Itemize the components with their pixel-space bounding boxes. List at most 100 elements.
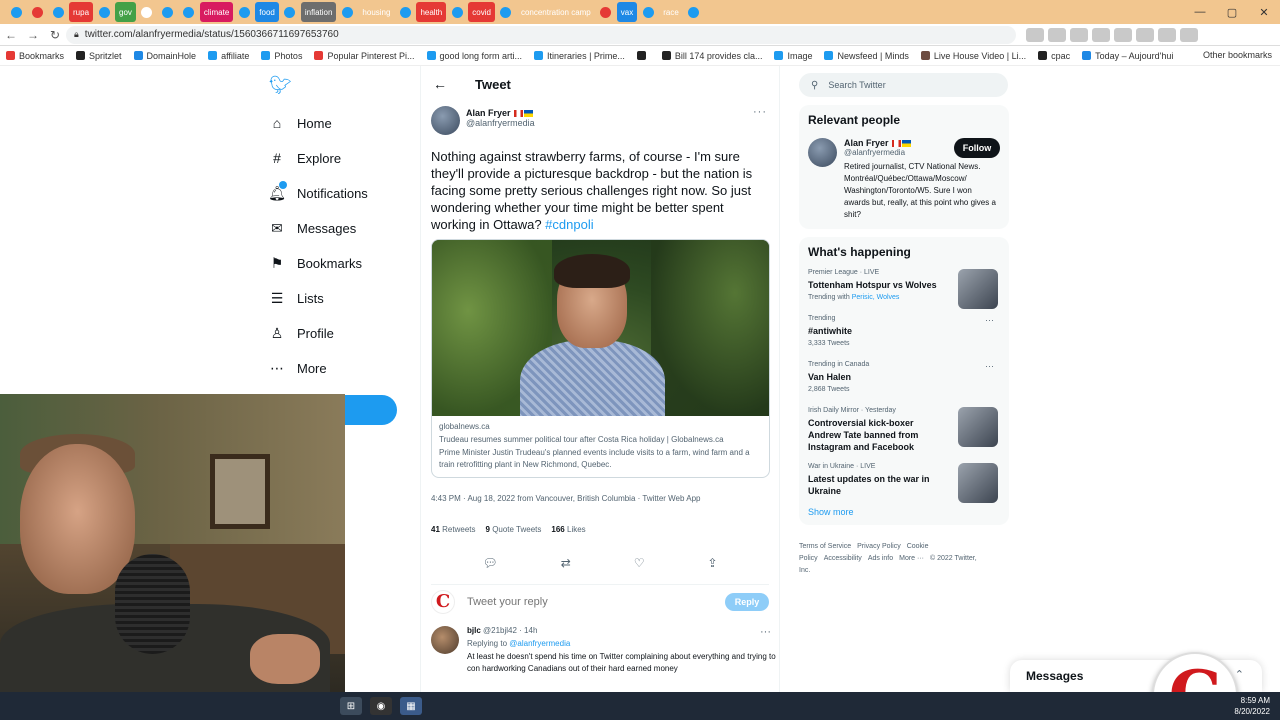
browser-tab-housing[interactable]: housing <box>358 2 395 22</box>
bookmark-item[interactable] <box>636 51 650 60</box>
footer-link[interactable]: Ads info <box>868 555 893 562</box>
forward-icon[interactable]: → <box>22 24 44 46</box>
browser-tab-vax[interactable]: vax <box>616 2 638 22</box>
back-icon[interactable]: ← <box>0 24 22 46</box>
bookmark-item[interactable]: affiliate <box>208 51 249 61</box>
bookmark-item[interactable]: Image <box>774 51 812 61</box>
obs-icon[interactable]: ◉ <box>370 697 392 715</box>
reply-author-name[interactable]: bjlc <box>467 626 481 635</box>
reply-icon[interactable]: 💬︎ <box>482 556 497 570</box>
reply-button[interactable]: Reply <box>725 592 769 611</box>
browser-tab[interactable] <box>158 2 178 22</box>
follow-button[interactable]: Follow <box>954 138 1000 158</box>
expand-icon[interactable]: ⌃ <box>1235 668 1244 681</box>
retweets-stat[interactable]: 41 Retweets <box>431 525 476 534</box>
browser-tab-inflation[interactable]: inflation <box>300 2 337 22</box>
hashtag-link[interactable]: #cdnpoli <box>545 217 593 232</box>
extension-icon[interactable] <box>1092 27 1110 42</box>
url-field[interactable]: 🔒︎ twitter.com/alanfryermedia/status/156… <box>66 25 1016 44</box>
maximize-icon[interactable]: ▢ <box>1216 0 1248 24</box>
bookmark-item[interactable]: DomainHole <box>133 51 196 61</box>
footer-link[interactable]: More ··· <box>899 555 924 562</box>
bookmark-item[interactable]: Photos <box>261 51 302 61</box>
reply-tweet[interactable]: ··· bjlc @21bjl42 · 14h Replying to @ala… <box>431 626 776 675</box>
extension-icon[interactable] <box>1158 27 1176 42</box>
like-icon[interactable]: ♡ <box>634 556 645 570</box>
trend-item[interactable]: Premier League · LIVE Tottenham Hotspur v… <box>808 269 1000 309</box>
nav-lists[interactable]: ☰ Lists <box>267 285 324 311</box>
browser-tab-covid[interactable]: covid <box>468 2 495 22</box>
browser-tab-climate[interactable]: climate <box>199 2 234 22</box>
footer-link[interactable]: Privacy Policy <box>857 543 901 550</box>
minimize-icon[interactable]: — <box>1184 0 1216 24</box>
trend-more-icon[interactable]: ··· <box>985 361 994 371</box>
reply-more-icon[interactable]: ··· <box>760 626 771 638</box>
bookmark-item[interactable]: Newsfeed | Minds <box>824 51 909 61</box>
browser-tab-rupa[interactable]: rupa <box>69 2 94 22</box>
extension-icon[interactable] <box>1136 27 1154 42</box>
twitter-bird-icon[interactable]: 🐦︎ <box>269 75 292 95</box>
author-name-row[interactable]: Alan Fryer <box>466 108 535 118</box>
user-avatar[interactable]: C <box>431 589 455 614</box>
browser-tab[interactable] <box>234 2 254 22</box>
browser-tab-health[interactable]: health <box>416 2 447 22</box>
retweet-icon[interactable]: ⇄ <box>561 556 571 570</box>
bookmark-item[interactable]: good long form arti... <box>426 51 522 61</box>
likes-stat[interactable]: 166 Likes <box>551 525 585 534</box>
footer-link[interactable]: Terms of Service <box>799 543 851 550</box>
nav-notifications[interactable]: 🔔︎ Notifications <box>267 180 368 206</box>
search-input[interactable]: ⚲ Search Twitter <box>799 73 1008 97</box>
nav-bookmarks[interactable]: ⚑ Bookmarks <box>267 250 362 276</box>
system-clock[interactable]: 8:59 AM 8/20/2022 <box>1234 695 1270 717</box>
reload-icon[interactable]: ↻ <box>44 24 66 46</box>
browser-tab[interactable] <box>395 2 415 22</box>
trend-item[interactable]: War in Ukraine · LIVE Latest updates on t… <box>808 463 1000 503</box>
bookmark-item[interactable]: Live House Video | Li... <box>920 51 1026 61</box>
nav-home[interactable]: ⌂ Home <box>267 110 332 136</box>
trend-more-icon[interactable]: ··· <box>985 315 994 325</box>
bookmark-item[interactable]: Spritzlet <box>76 51 122 61</box>
tweet-compose-button[interactable] <box>345 395 397 425</box>
trend-item[interactable]: Trending in Canada Van Halen 2,868 Tweets ·… <box>808 361 1000 397</box>
calculator-icon[interactable]: ▦ <box>400 697 422 715</box>
bookmark-item[interactable]: Itineraries | Prime... <box>534 51 625 61</box>
author-avatar[interactable] <box>431 106 460 135</box>
extension-icon[interactable] <box>1026 27 1044 42</box>
browser-tab[interactable] <box>280 2 300 22</box>
link-card[interactable]: globalnews.ca Trudeau resumes summer pol… <box>431 239 770 478</box>
bookmark-item[interactable]: cpac <box>1038 51 1070 61</box>
start-icon[interactable]: ⊞ <box>340 697 362 715</box>
back-arrow-icon[interactable]: ← <box>433 76 447 92</box>
browser-tab[interactable] <box>596 2 616 22</box>
close-window-icon[interactable]: ✕ <box>1248 0 1280 24</box>
nav-more[interactable]: ⋯ More <box>267 355 327 381</box>
replying-to-link[interactable]: @alanfryermedia <box>509 639 570 648</box>
browser-tab[interactable] <box>48 2 68 22</box>
browser-tab[interactable] <box>94 2 114 22</box>
more-options-icon[interactable]: ··· <box>753 106 767 118</box>
show-more-link[interactable]: Show more <box>808 507 1000 517</box>
tweet-timestamp[interactable]: 4:43 PM · Aug 18, 2022 from Vancouver, B… <box>431 494 769 503</box>
browser-tab[interactable] <box>684 2 704 22</box>
reply-input[interactable] <box>467 595 725 608</box>
browser-tab-concentration-camp[interactable]: concentration camp <box>516 2 595 22</box>
quotes-stat[interactable]: 9 Quote Tweets <box>486 525 542 534</box>
reply-author-avatar[interactable] <box>431 626 459 654</box>
browser-tab-gov[interactable]: gov <box>115 2 136 22</box>
trend-item[interactable]: Irish Daily Mirror · Yesterday Controvers… <box>808 407 1000 453</box>
browser-tab[interactable] <box>337 2 357 22</box>
browser-tab[interactable] <box>638 2 658 22</box>
bookmark-item[interactable]: Popular Pinterest Pi... <box>314 51 415 61</box>
extension-icon[interactable] <box>1048 27 1066 42</box>
extension-icon[interactable] <box>1180 27 1198 42</box>
trend-item[interactable]: Trending #antiwhite 3,333 Tweets ··· <box>808 315 1000 351</box>
nav-explore[interactable]: # Explore <box>267 145 341 171</box>
browser-tab-food[interactable]: food <box>255 2 279 22</box>
nav-profile[interactable]: ♙ Profile <box>267 320 334 346</box>
relevant-person[interactable]: Alan Fryer @alanfryermedia Retired journ… <box>808 138 1000 221</box>
browser-tab[interactable] <box>496 2 516 22</box>
bookmark-item[interactable]: Today – Aujourd'hui <box>1082 51 1173 61</box>
person-avatar[interactable] <box>808 138 837 167</box>
account-switcher[interactable] <box>345 656 415 676</box>
extension-icon[interactable] <box>1114 27 1132 42</box>
